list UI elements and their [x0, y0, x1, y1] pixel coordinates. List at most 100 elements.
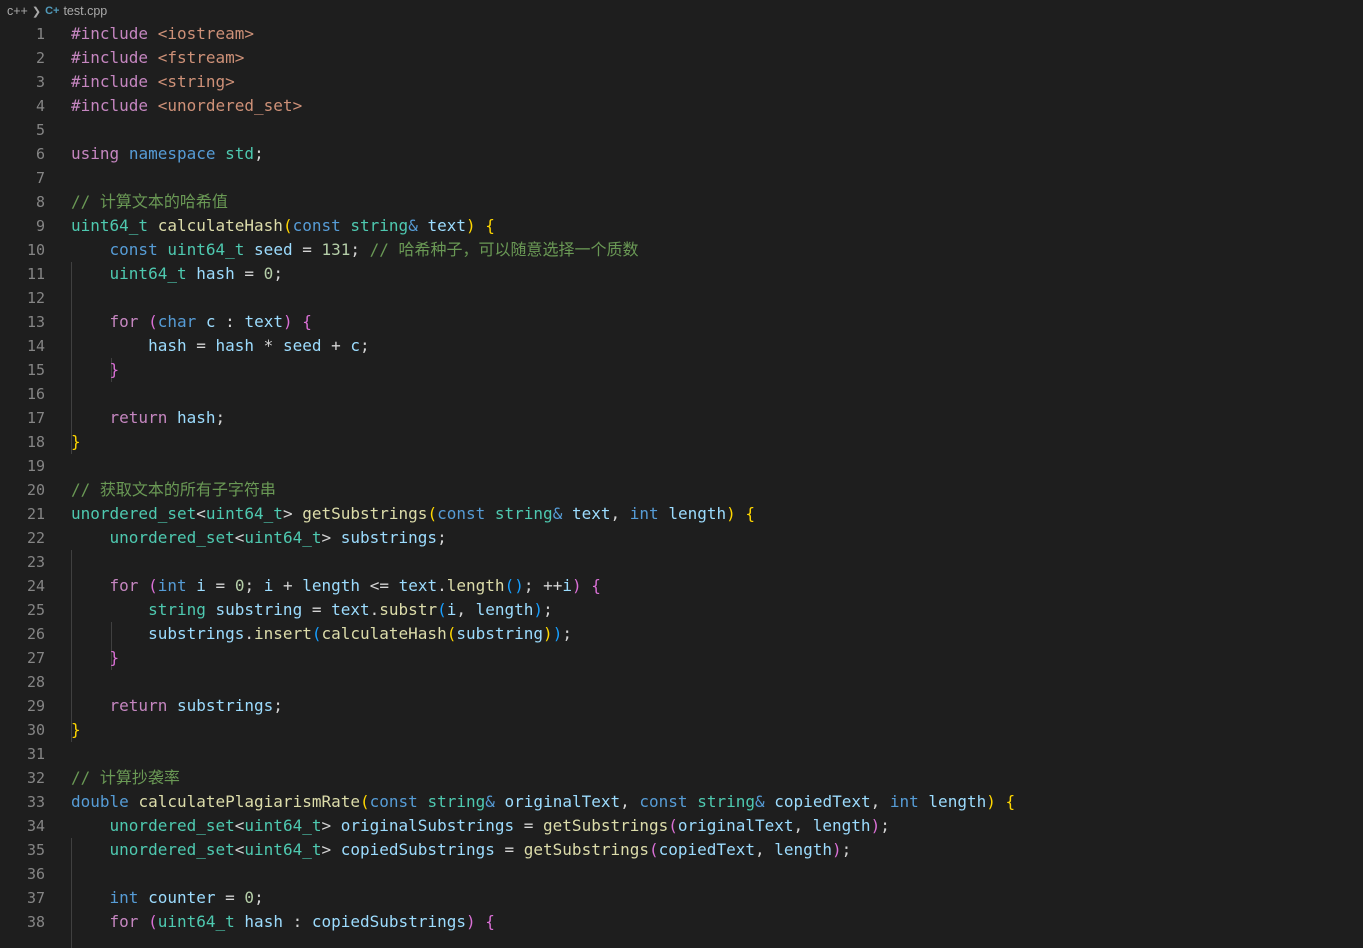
- code-line[interactable]: 21 unordered_set<uint64_t> getSubstrings(…: [0, 502, 1363, 526]
- code-line[interactable]: 30}: [0, 718, 1363, 742]
- code-line[interactable]: 14 hash = hash * seed + c;: [0, 334, 1363, 358]
- code-line[interactable]: 15 }: [0, 358, 1363, 382]
- code-line[interactable]: 20 // 获取文本的所有子字符串: [0, 478, 1363, 502]
- variable-token: i: [196, 576, 206, 595]
- variable-token: seed: [282, 336, 322, 355]
- code-line[interactable]: 36: [0, 862, 1363, 886]
- code-line[interactable]: 32 // 计算抄袭率: [0, 766, 1363, 790]
- code-line[interactable]: 34 unordered_set<uint64_t> originalSubst…: [0, 814, 1363, 838]
- plain-token: =: [186, 336, 216, 355]
- variable-token: c: [350, 336, 361, 355]
- code-line[interactable]: 9 uint64_t calculateHash(const string& te…: [0, 214, 1363, 238]
- type-token: uint64_t: [244, 840, 322, 859]
- code-line[interactable]: 16: [0, 382, 1363, 406]
- plain-token: >: [321, 840, 341, 859]
- bracket-token: ): [986, 792, 996, 811]
- code-editor[interactable]: 1 #include <iostream> 2 #include <fstream> 3…: [0, 22, 1363, 948]
- code-line[interactable]: 4 #include <unordered_set>: [0, 94, 1363, 118]
- bracket-token: (: [668, 816, 678, 835]
- code-text: #include <iostream>: [71, 22, 254, 46]
- code-line[interactable]: 29 return substrings;: [0, 694, 1363, 718]
- code-line[interactable]: 17 return hash;: [0, 406, 1363, 430]
- code-line[interactable]: 27 }: [0, 646, 1363, 670]
- code-line[interactable]: 6 using namespace std;: [0, 142, 1363, 166]
- function-token: getSubstrings: [302, 504, 428, 523]
- code-text: #include <unordered_set>: [71, 94, 302, 118]
- plain-token: <=: [360, 576, 399, 595]
- bracket-token: }: [71, 720, 81, 739]
- bracket-token: (: [649, 840, 659, 859]
- code-line[interactable]: 18}: [0, 430, 1363, 454]
- line-number: 32: [26, 769, 45, 787]
- code-line[interactable]: 25 string substring = text.substr(i, len…: [0, 598, 1363, 622]
- code-line[interactable]: 1 #include <iostream>: [0, 22, 1363, 46]
- code-line[interactable]: 38 for (uint64_t hash : copiedSubstrings…: [0, 910, 1363, 934]
- control-keyword-token: return: [109, 696, 168, 715]
- code-line[interactable]: 33 double calculatePlagiarismRate(const s…: [0, 790, 1363, 814]
- plain-token: ;: [543, 600, 553, 619]
- variable-token: copiedSubstrings: [311, 912, 466, 931]
- line-number: 12: [26, 289, 45, 307]
- breadcrumb: c++ ❯ C+ test.cpp: [0, 0, 1363, 22]
- bracket-token: {: [745, 504, 756, 523]
- bracket-token: ): [832, 840, 842, 859]
- control-keyword-token: for: [109, 576, 139, 595]
- code-text: // 获取文本的所有子字符串: [71, 478, 276, 502]
- line-number: 28: [26, 673, 45, 691]
- code-line[interactable]: 35 unordered_set<uint64_t> copiedSubstri…: [0, 838, 1363, 862]
- code-line[interactable]: 10 const uint64_t seed = 131; // 哈希种子，可以…: [0, 238, 1363, 262]
- code-line[interactable]: 5: [0, 118, 1363, 142]
- code-line[interactable]: 23: [0, 550, 1363, 574]
- code-line[interactable]: 11 uint64_t hash = 0;: [0, 262, 1363, 286]
- code-line[interactable]: 26 substrings.insert(calculateHash(subst…: [0, 622, 1363, 646]
- code-line[interactable]: 7: [0, 166, 1363, 190]
- number-token: 0: [263, 264, 274, 283]
- variable-token: hash: [176, 408, 216, 427]
- code-line[interactable]: 31: [0, 742, 1363, 766]
- code-line[interactable]: 22 unordered_set<uint64_t> substrings;: [0, 526, 1363, 550]
- type-token: uint64_t: [244, 816, 322, 835]
- code-line[interactable]: 3 #include <string>: [0, 70, 1363, 94]
- code-line[interactable]: 19: [0, 454, 1363, 478]
- variable-token: i: [562, 576, 572, 595]
- plain-token: <: [234, 528, 245, 547]
- code-line[interactable]: 2 #include <fstream>: [0, 46, 1363, 70]
- string-token: <string>: [157, 72, 235, 91]
- code-text: for (char c : text) {: [71, 310, 312, 334]
- keyword-token: double: [71, 792, 129, 811]
- control-keyword-token: using: [71, 144, 120, 163]
- code-line[interactable]: 28: [0, 670, 1363, 694]
- line-number: 5: [35, 121, 45, 139]
- bracket-token: ): [282, 312, 293, 331]
- comment-token: // 哈希种子，可以随意选择一个质数: [369, 240, 639, 259]
- line-number: 33: [26, 793, 45, 811]
- comment-token: // 计算文本的哈希值: [71, 192, 228, 211]
- breadcrumb-folder[interactable]: c++: [7, 4, 28, 18]
- bracket-token: (): [504, 576, 524, 595]
- variable-token: length: [668, 504, 727, 523]
- line-number: 26: [26, 625, 45, 643]
- bracket-token: (: [148, 912, 158, 931]
- keyword-token: &: [552, 504, 563, 523]
- code-line[interactable]: 8 // 计算文本的哈希值: [0, 190, 1363, 214]
- code-line[interactable]: 13 for (char c : text) {: [0, 310, 1363, 334]
- code-line[interactable]: 12: [0, 286, 1363, 310]
- code-line[interactable]: 37 int counter = 0;: [0, 886, 1363, 910]
- code-line[interactable]: 24 for (int i = 0; i + length <= text.le…: [0, 574, 1363, 598]
- variable-token: substring: [215, 600, 303, 619]
- breadcrumb-file[interactable]: test.cpp: [63, 4, 107, 18]
- line-number: 7: [35, 169, 45, 187]
